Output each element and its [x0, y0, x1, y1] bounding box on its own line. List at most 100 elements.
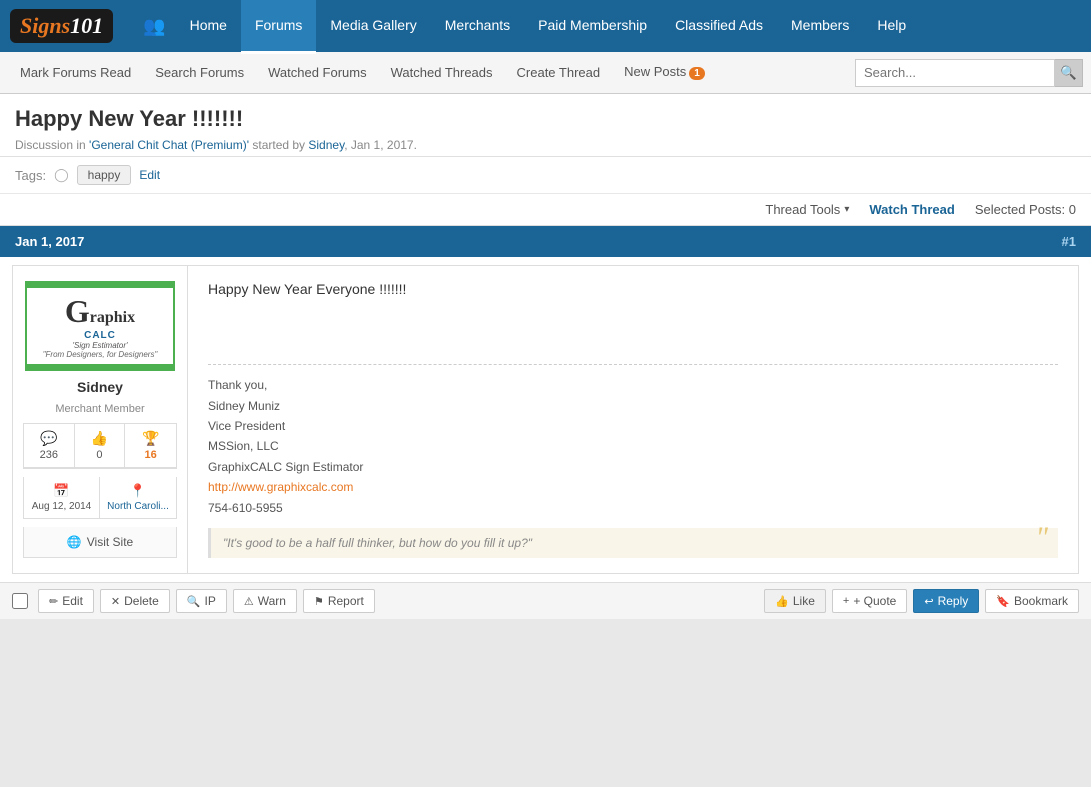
avatar-bottom-bar	[27, 364, 173, 371]
post-select-checkbox[interactable]	[12, 593, 28, 609]
avatar-inner: G raphix CALC 'Sign Estimator' "From Des…	[27, 288, 173, 364]
join-date: Aug 12, 2014	[28, 501, 95, 512]
sub-nav-search-forums[interactable]: Search Forums	[143, 52, 256, 94]
trophies-stat: 🏆 16	[125, 424, 176, 468]
selected-posts-count: Selected Posts: 0	[975, 202, 1076, 217]
nav-home[interactable]: Home	[176, 0, 241, 54]
search-input[interactable]	[855, 59, 1055, 87]
post-quote: "It's good to be a half full thinker, bu…	[208, 528, 1058, 558]
bookmark-label: Bookmark	[1014, 594, 1068, 608]
nav-forums[interactable]: Forums	[241, 0, 316, 54]
avatar-logo-rest: raphix	[90, 309, 135, 327]
join-date-cell: 📅 Aug 12, 2014	[24, 477, 100, 518]
location-icon: 📍	[104, 483, 172, 499]
started-by-text: started by	[252, 138, 308, 152]
user-avatar: G raphix CALC 'Sign Estimator' "From Des…	[25, 281, 175, 371]
posts-count: 236	[28, 449, 70, 461]
sub-nav-create-thread[interactable]: Create Thread	[505, 52, 613, 94]
post-content-area: Happy New Year Everyone !!!!!!! Thank yo…	[188, 266, 1078, 573]
post-date: Jan 1, 2017	[15, 234, 84, 249]
report-icon: ⚑	[314, 595, 324, 608]
user-stats: 💬 236 👍 0 🏆 16	[23, 423, 177, 469]
location-cell: 📍 North Caroli...	[100, 477, 176, 518]
nav-media-gallery[interactable]: Media Gallery	[316, 0, 430, 54]
likes-stat: 👍 0	[75, 424, 126, 468]
tag-edit-link[interactable]: Edit	[139, 168, 160, 182]
sub-nav-new-posts[interactable]: New Posts1	[612, 51, 717, 95]
username[interactable]: Sidney	[77, 379, 123, 395]
top-nav-links: Home Forums Media Gallery Merchants Paid…	[176, 0, 1081, 54]
watch-thread-button[interactable]: Watch Thread	[869, 202, 954, 217]
nav-members[interactable]: Members	[777, 0, 863, 54]
post-actions-bar: ✏ Edit ✕ Delete 🔍 IP ⚠ Warn ⚑ Report 👍 L…	[0, 582, 1091, 619]
thread-tools-bar: Thread Tools ▾ Watch Thread Selected Pos…	[0, 194, 1091, 226]
tag-value: happy	[77, 165, 132, 185]
ip-button[interactable]: 🔍 IP	[176, 589, 227, 613]
chevron-down-icon: ▾	[844, 204, 849, 215]
quote-mark-icon: "	[1035, 523, 1048, 553]
search-button[interactable]: 🔍	[1055, 59, 1083, 87]
sig-line3: Vice President	[208, 416, 1058, 436]
top-navigation: Signs101 👥 Home Forums Media Gallery Mer…	[0, 0, 1091, 52]
visit-site-button[interactable]: 🌐 Visit Site	[23, 527, 177, 558]
avatar-logo-g: G	[65, 293, 90, 330]
bookmark-button[interactable]: 🔖 Bookmark	[985, 589, 1079, 613]
thread-date: Jan 1, 2017	[351, 138, 414, 152]
sub-nav-mark-forums-read[interactable]: Mark Forums Read	[8, 52, 143, 94]
user-panel: G raphix CALC 'Sign Estimator' "From Des…	[13, 266, 188, 573]
nav-help[interactable]: Help	[863, 0, 920, 54]
sub-nav-watched-forums[interactable]: Watched Forums	[256, 52, 379, 94]
post-number: #1	[1062, 234, 1076, 249]
globe-icon: 🌐	[67, 535, 82, 549]
bookmark-icon: 🔖	[996, 595, 1010, 608]
quote-button[interactable]: + + Quote	[832, 589, 907, 613]
report-label: Report	[328, 594, 364, 608]
reply-icon: ↩	[924, 595, 933, 608]
thread-meta: Discussion in 'General Chit Chat (Premiu…	[15, 138, 1076, 152]
user-location[interactable]: North Caroli...	[104, 501, 172, 512]
nav-merchants[interactable]: Merchants	[431, 0, 524, 54]
trophies-count: 16	[129, 449, 172, 461]
search-area: 🔍	[855, 59, 1083, 87]
delete-button[interactable]: ✕ Delete	[100, 589, 170, 613]
quote-text: "It's good to be a half full thinker, bu…	[223, 536, 532, 550]
post-signature: Thank you, Sidney Muniz Vice President M…	[208, 364, 1058, 518]
sig-link[interactable]: http://www.graphixcalc.com	[208, 480, 353, 494]
sub-navigation: Mark Forums Read Search Forums Watched F…	[0, 52, 1091, 94]
sig-phone: 754-610-5955	[208, 498, 1058, 518]
calendar-icon: 📅	[28, 483, 95, 499]
thread-tools-label: Thread Tools	[765, 202, 840, 217]
user-meta: 📅 Aug 12, 2014 📍 North Caroli...	[23, 477, 177, 519]
edit-label: Edit	[62, 594, 83, 608]
sig-line4: MSSion, LLC	[208, 436, 1058, 456]
post-date-header: Jan 1, 2017 #1	[0, 226, 1091, 257]
tags-bar: Tags: ◯ happy Edit	[0, 157, 1091, 194]
post-container: G raphix CALC 'Sign Estimator' "From Des…	[12, 265, 1079, 574]
thread-title: Happy New Year !!!!!!!	[15, 106, 1076, 132]
reply-button[interactable]: ↩ Reply	[913, 589, 979, 613]
page-content: Happy New Year !!!!!!! Discussion in 'Ge…	[0, 94, 1091, 619]
edit-button[interactable]: ✏ Edit	[38, 589, 94, 613]
report-button[interactable]: ⚑ Report	[303, 589, 375, 613]
warn-label: Warn	[258, 594, 286, 608]
sub-nav-watched-threads[interactable]: Watched Threads	[379, 52, 505, 94]
edit-icon: ✏	[49, 595, 58, 608]
like-button[interactable]: 👍 Like	[764, 589, 826, 613]
reply-label: Reply	[938, 594, 969, 608]
meta-text: Discussion in	[15, 138, 86, 152]
like-label: Like	[793, 594, 815, 608]
forum-link[interactable]: 'General Chit Chat (Premium)'	[89, 138, 249, 152]
ip-icon: 🔍	[187, 595, 201, 608]
community-icon: 👥	[133, 0, 175, 52]
site-logo[interactable]: Signs101	[10, 9, 113, 43]
delete-icon: ✕	[111, 595, 120, 608]
logo-text: Signs101	[20, 13, 103, 38]
thread-tools-button[interactable]: Thread Tools ▾	[765, 202, 849, 217]
tag-icon: ◯	[54, 167, 69, 183]
author-link[interactable]: Sidney	[308, 138, 344, 152]
visit-site-label: Visit Site	[87, 535, 133, 549]
new-posts-label: New Posts	[624, 64, 686, 79]
warn-button[interactable]: ⚠ Warn	[233, 589, 297, 613]
nav-classified-ads[interactable]: Classified Ads	[661, 0, 777, 54]
nav-paid-membership[interactable]: Paid Membership	[524, 0, 661, 54]
